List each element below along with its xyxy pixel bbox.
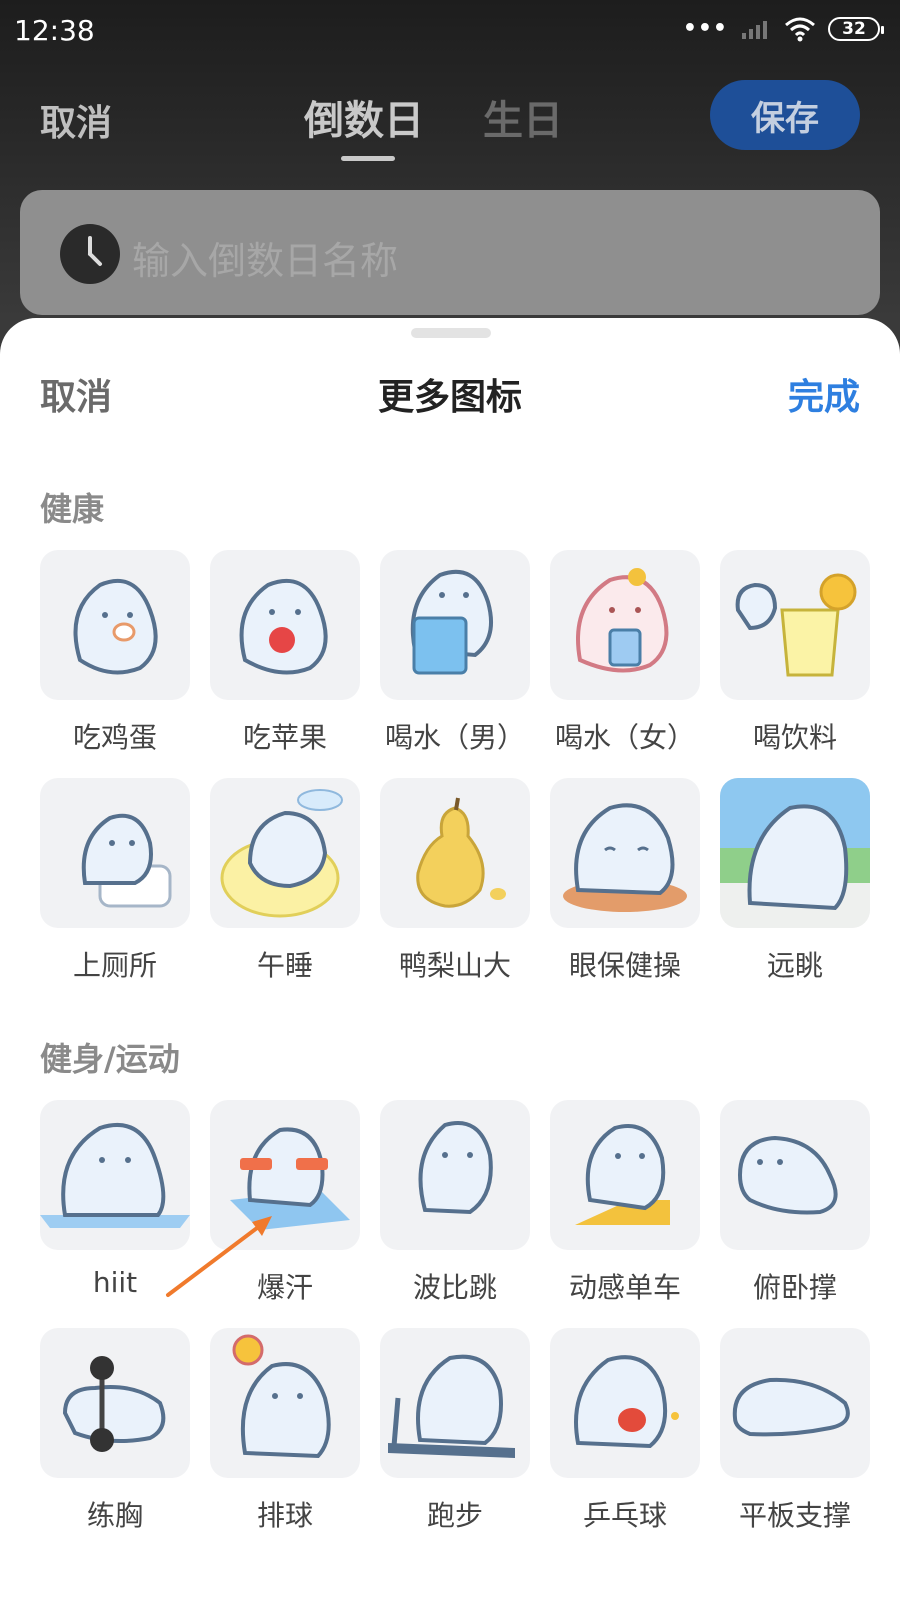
table-tennis-icon xyxy=(550,1328,700,1478)
sheet-grabber[interactable] xyxy=(411,328,491,338)
icon-item-spin-bike[interactable]: 动感单车 xyxy=(550,1100,700,1306)
icon-label: 喝饮料 xyxy=(752,721,837,754)
burpee-icon xyxy=(380,1100,530,1250)
wifi-icon xyxy=(785,17,815,42)
save-button[interactable]: 保存 xyxy=(710,80,860,150)
icon-label: 上厕所 xyxy=(72,949,157,982)
icon-row: 吃鸡蛋 吃苹果 喝水（男） 喝水（女） 喝饮料 xyxy=(40,550,900,756)
icon-label: 练胸 xyxy=(86,1499,143,1532)
icon-label: 眼保健操 xyxy=(568,949,681,982)
icon-item-look-far[interactable]: 远眺 xyxy=(720,778,870,984)
icon-item-drink-beverage[interactable]: 喝饮料 xyxy=(720,550,870,756)
top-cancel-button[interactable]: 取消 xyxy=(40,94,112,146)
icon-label: 鸭梨山大 xyxy=(398,949,511,982)
icon-item-pear-pressure[interactable]: 鸭梨山大 xyxy=(380,778,530,984)
section-title-fitness: 健身/运动 xyxy=(40,1040,180,1078)
icon-item-toilet[interactable]: 上厕所 xyxy=(40,778,190,984)
tab-underline xyxy=(341,156,395,161)
icon-label: 波比跳 xyxy=(412,1271,497,1304)
icon-row: 练胸 排球 跑步 乒乓球 平板支撑 xyxy=(40,1328,900,1534)
icon-label: 远眺 xyxy=(766,949,823,982)
countdown-name-field[interactable]: 输入倒数日名称 xyxy=(20,190,880,315)
more-icons-sheet: 更多图标 取消 完成 健康 吃鸡蛋 吃苹果 喝水（男） 喝水（女） 喝饮料 上厕… xyxy=(0,318,900,1600)
eat-apple-icon xyxy=(210,550,360,700)
drink-water-male-icon xyxy=(380,550,530,700)
icon-label: 跑步 xyxy=(426,1499,483,1532)
eye-exercise-icon xyxy=(550,778,700,928)
icon-item-eat-apple[interactable]: 吃苹果 xyxy=(210,550,360,756)
icon-label: 平板支撑 xyxy=(738,1499,851,1532)
look-far-icon xyxy=(720,778,870,928)
status-time: 12:38 xyxy=(14,14,95,47)
more-dots-icon: ••• xyxy=(682,16,728,41)
eat-egg-icon xyxy=(40,550,190,700)
icon-item-plank[interactable]: 平板支撑 xyxy=(720,1328,870,1534)
icon-label: 排球 xyxy=(256,1499,313,1532)
sheet-cancel-button[interactable]: 取消 xyxy=(40,368,112,420)
status-icons: ••• 32 xyxy=(682,16,884,42)
top-nav: 取消 倒数日 生日 保存 xyxy=(0,70,900,170)
volleyball-icon xyxy=(210,1328,360,1478)
icon-label: 喝水（女） xyxy=(554,721,695,754)
icon-item-eye-exercise[interactable]: 眼保健操 xyxy=(550,778,700,984)
nap-icon xyxy=(210,778,360,928)
icon-label: 俯卧撑 xyxy=(752,1271,837,1304)
icon-item-running[interactable]: 跑步 xyxy=(380,1328,530,1534)
annotation-arrow-icon xyxy=(166,1216,272,1297)
icon-item-drink-water-female[interactable]: 喝水（女） xyxy=(550,550,700,756)
drink-water-female-icon xyxy=(550,550,700,700)
plank-icon xyxy=(720,1328,870,1478)
tab-countdown[interactable]: 倒数日 xyxy=(304,88,424,146)
section-title-health: 健康 xyxy=(40,490,105,528)
push-up-icon xyxy=(720,1100,870,1250)
chest-training-icon xyxy=(40,1328,190,1478)
icon-item-drink-water-male[interactable]: 喝水（男） xyxy=(380,550,530,756)
battery-icon: 32 xyxy=(828,17,884,41)
tab-birthday[interactable]: 生日 xyxy=(483,88,563,146)
toilet-icon xyxy=(40,778,190,928)
status-bar: 12:38 ••• 32 xyxy=(0,0,900,64)
sheet-title: 更多图标 xyxy=(377,377,522,418)
icon-item-burpee[interactable]: 波比跳 xyxy=(380,1100,530,1306)
icon-item-eat-egg[interactable]: 吃鸡蛋 xyxy=(40,550,190,756)
clock-icon xyxy=(60,224,120,284)
icon-item-chest-training[interactable]: 练胸 xyxy=(40,1328,190,1534)
icon-item-volleyball[interactable]: 排球 xyxy=(210,1328,360,1534)
icon-item-table-tennis[interactable]: 乒乓球 xyxy=(550,1328,700,1534)
drink-beverage-icon xyxy=(720,550,870,700)
icon-item-nap[interactable]: 午睡 xyxy=(210,778,360,984)
sheet-done-button[interactable]: 完成 xyxy=(788,368,860,420)
icon-label: 午睡 xyxy=(256,949,313,982)
icon-label: 喝水（男） xyxy=(384,721,525,754)
spin-bike-icon xyxy=(550,1100,700,1250)
icon-label: 吃鸡蛋 xyxy=(72,721,157,754)
icon-label: 吃苹果 xyxy=(242,721,327,754)
signal-icon xyxy=(742,21,767,39)
pear-icon xyxy=(380,778,530,928)
running-icon xyxy=(380,1328,530,1478)
icon-row: 上厕所 午睡 鸭梨山大 眼保健操 远眺 xyxy=(40,778,900,984)
name-placeholder: 输入倒数日名称 xyxy=(132,239,399,283)
icon-label: 乒乓球 xyxy=(582,1499,667,1532)
icon-label: 动感单车 xyxy=(568,1271,681,1304)
icon-item-push-up[interactable]: 俯卧撑 xyxy=(720,1100,870,1306)
